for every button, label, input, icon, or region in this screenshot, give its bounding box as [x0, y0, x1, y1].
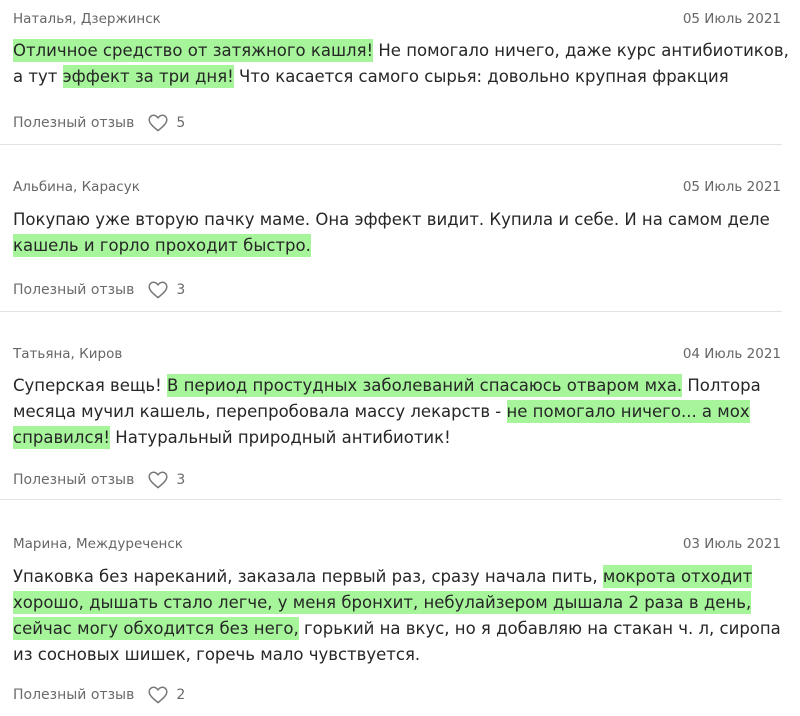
- likes-count: 3: [176, 282, 186, 298]
- review-item: Татьяна, Киров 04 Июль 2021 Суперская ве…: [0, 312, 800, 500]
- review-footer: Полезный отзыв 3: [13, 471, 185, 489]
- heart-outline-icon[interactable]: [148, 114, 168, 132]
- review-item: Альбина, Карасук 05 Июль 2021 Покупаю уж…: [0, 145, 800, 312]
- heart-outline-icon[interactable]: [148, 281, 168, 299]
- review-date: 05 Июль 2021: [682, 11, 781, 27]
- useful-review-label[interactable]: Полезный отзыв: [13, 282, 134, 298]
- heart-outline-icon[interactable]: [148, 686, 168, 704]
- review-item: Наталья, Дзержинск 05 Июль 2021 Отличное…: [0, 0, 800, 145]
- useful-review-label[interactable]: Полезный отзыв: [13, 472, 134, 488]
- review-text-part: Суперская вещь!: [13, 376, 168, 395]
- review-footer: Полезный отзыв 5: [13, 114, 185, 132]
- heart-outline-icon[interactable]: [148, 471, 168, 489]
- useful-review-label[interactable]: Полезный отзыв: [13, 687, 134, 703]
- reviews-list: Наталья, Дзержинск 05 Июль 2021 Отличное…: [0, 0, 800, 716]
- review-meta: Наталья, Дзержинск 05 Июль 2021: [13, 11, 781, 27]
- review-highlight: кашель и горло проходит быстро.: [13, 234, 311, 257]
- review-meta: Альбина, Карасук 05 Июль 2021: [13, 179, 781, 195]
- review-author: Наталья, Дзержинск: [13, 11, 161, 27]
- review-text-part: Натуральный природный антибиотик!: [110, 428, 451, 447]
- review-meta: Татьяна, Киров 04 Июль 2021: [13, 346, 781, 362]
- review-text-part: Покупаю уже вторую пачку маме. Она эффек…: [13, 210, 770, 229]
- review-text: Суперская вещь! В период простудных забо…: [13, 373, 790, 451]
- review-meta: Марина, Междуреченск 03 Июль 2021: [13, 536, 781, 552]
- review-highlight: Отличное средство от затяжного кашля!: [13, 39, 374, 62]
- review-author: Альбина, Карасук: [13, 179, 140, 195]
- review-author: Марина, Междуреченск: [13, 536, 183, 552]
- likes-count: 5: [176, 115, 186, 131]
- review-footer: Полезный отзыв 3: [13, 281, 185, 299]
- review-highlight: В период простудных заболеваний спасаюсь…: [167, 374, 683, 397]
- review-item: Марина, Междуреченск 03 Июль 2021 Упаков…: [0, 500, 800, 716]
- likes-count: 2: [176, 687, 186, 703]
- review-text-part: Упаковка без нареканий, заказала первый …: [13, 567, 603, 586]
- review-text: Упаковка без нареканий, заказала первый …: [13, 564, 790, 668]
- review-author: Татьяна, Киров: [13, 346, 123, 362]
- review-date: 05 Июль 2021: [682, 179, 781, 195]
- review-date: 04 Июль 2021: [682, 346, 781, 362]
- review-date: 03 Июль 2021: [682, 536, 781, 552]
- useful-review-label[interactable]: Полезный отзыв: [13, 115, 134, 131]
- review-highlight: эффект за три дня!: [62, 65, 234, 88]
- review-text: Отличное средство от затяжного кашля! Не…: [13, 38, 790, 90]
- review-text: Покупаю уже вторую пачку маме. Она эффек…: [13, 207, 790, 259]
- review-text-part: Что касается самого сырья: довольно круп…: [233, 67, 729, 86]
- likes-count: 3: [176, 472, 186, 488]
- review-footer: Полезный отзыв 2: [13, 686, 185, 704]
